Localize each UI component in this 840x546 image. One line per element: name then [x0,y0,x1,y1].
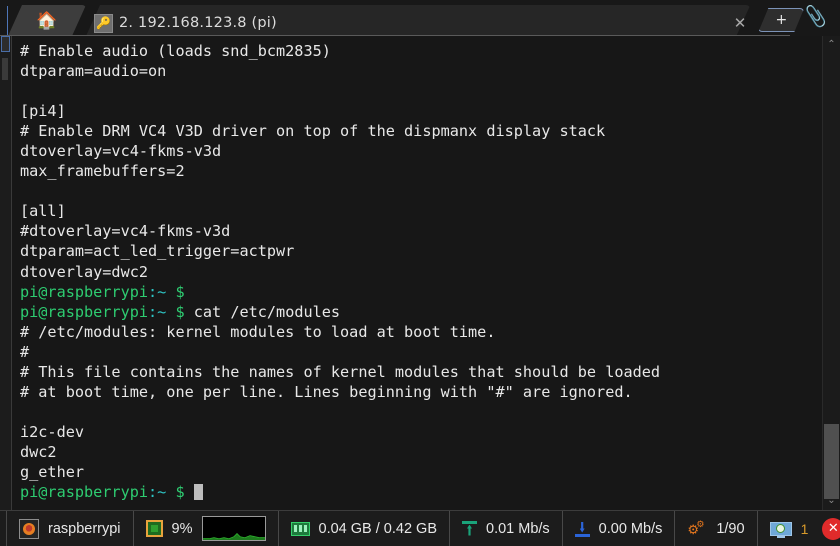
download-value: 0.00 Mb/s [598,520,663,537]
terminal-text: max_framebuffers=2 [20,162,185,181]
terminal-text: # This file contains the names of kernel… [20,362,661,381]
plus-icon: + [775,12,788,28]
processes-value: 1/90 [716,520,745,537]
terminal-line: i2c-dev [20,422,822,442]
scrollbar-track[interactable] [823,54,840,499]
terminal-line: # /etc/modules: kernel modules to load a… [20,322,822,342]
terminal-scrollbar[interactable]: ⌃ ⌄ [822,36,840,510]
prompt-user-host: pi@raspberrypi [20,282,149,301]
status-processes[interactable]: ⚙ ⚙ 1/90 [675,511,758,546]
scroll-up-icon[interactable]: ⌃ [823,36,840,54]
hostname-label: raspberrypi [48,520,121,537]
terminal-line: pi@raspberrypi:~ $ [20,282,822,302]
terminal-command: cat /etc/modules [184,302,341,321]
ram-icon [290,521,310,536]
home-icon: 🏠 [36,11,58,30]
scrollbar-thumb[interactable] [824,424,839,499]
terminal-output[interactable]: # Enable audio (loads snd_bcm2835)dtpara… [12,36,822,510]
prompt-symbol: $ [166,282,185,301]
prompt-path: :~ [148,483,167,502]
upload-arrow-icon [462,520,477,538]
download-arrow-icon [574,520,590,538]
cpu-graph [201,516,266,541]
tab-home[interactable]: 🏠 [8,5,86,36]
tabstrip-left-edge [0,6,8,36]
cpu-icon [145,520,163,537]
terminal-text: #dtoverlay=vc4-fkms-v3d [20,222,231,241]
upload-value: 0.01 Mb/s [486,520,550,537]
terminal-text: g_ether [20,462,85,481]
paperclip-icon[interactable]: 📎 [803,5,829,29]
new-tab-button[interactable]: + [758,8,804,32]
terminal-line: max_framebuffers=2 [20,161,822,181]
terminal-text: # at boot time, one per line. Lines begi… [20,382,633,401]
prompt-symbol: $ [166,483,185,502]
terminal-text: dtparam=audio=on [20,62,167,81]
terminal-left-rail [0,36,12,510]
close-icon[interactable]: ✕ [822,517,840,540]
prompt-path: :~ [148,282,167,301]
status-download[interactable]: 0.00 Mb/s [563,511,676,546]
terminal-area: # Enable audio (loads snd_bcm2835)dtpara… [0,36,840,510]
terminal-text: dwc2 [20,442,57,461]
prompt-user-host: pi@raspberrypi [20,302,149,321]
terminal-line: # [20,342,822,362]
terminal-text: # Enable DRM VC4 V3D driver on top of th… [20,122,606,141]
terminal-line: #dtoverlay=vc4-fkms-v3d [20,221,822,241]
status-cpu[interactable]: 9% [134,511,279,546]
cpu-sparkline [202,533,265,540]
status-close-cell: ✕ [814,511,840,546]
terminal-text: dtoverlay=dwc2 [20,262,149,281]
terminal-text: # Enable audio (loads snd_bcm2835) [20,42,331,60]
terminal-line: [pi4] [20,101,822,121]
status-memory[interactable]: 0.04 GB / 0.42 GB [279,511,450,546]
close-icon[interactable]: ✕ [708,15,751,31]
cpu-value: 9% [171,520,193,537]
terminal-line: g_ether [20,462,822,482]
titlebar: 🏠 🔑 2. 192.168.123.8 (pi) ✕ + 📎 [0,0,840,36]
terminal-command [185,483,194,501]
key-icon: 🔑 [94,13,113,33]
terminal-text: dtoverlay=vc4-fkms-v3d [20,142,222,161]
tab-strip: 🏠 🔑 2. 192.168.123.8 (pi) ✕ + [0,0,804,36]
tab-title: 2. 192.168.123.8 (pi) [119,14,277,31]
terminal-line: dtoverlay=dwc2 [20,262,822,282]
status-upload[interactable]: 0.01 Mb/s [450,511,563,546]
sessions-value: 1 [800,520,809,537]
prompt-symbol: $ [166,302,185,321]
terminal-line: # Enable audio (loads snd_bcm2835) [20,41,822,61]
terminal-line: dwc2 [20,442,822,462]
raspberry-icon [19,518,39,539]
terminal-app-window: 🏠 🔑 2. 192.168.123.8 (pi) ✕ + 📎 # Enable… [0,0,840,546]
monitor-icon [769,520,792,538]
terminal-text: [pi4] [20,102,66,121]
tab-ssh-session[interactable]: 🔑 2. 192.168.123.8 (pi) ✕ [86,5,750,36]
statusbar: raspberrypi 9% 0.04 GB / 0.42 GB 0.01 Mb… [0,510,840,546]
terminal-line: # This file contains the names of kernel… [20,362,822,382]
terminal-line: pi@raspberrypi:~ $ cat /etc/modules [20,302,822,322]
prompt-user-host: pi@raspberrypi [20,483,149,502]
terminal-line: [all] [20,201,822,221]
terminal-text: # [20,342,30,361]
titlebar-actions: 📎 [803,0,840,36]
terminal-text: i2c-dev [20,422,85,441]
terminal-line: pi@raspberrypi:~ $ [20,482,822,502]
terminal-text: # /etc/modules: kernel modules to load a… [20,322,496,341]
status-sessions[interactable]: 1 [758,511,815,546]
terminal-text: [all] [20,202,66,221]
terminal-line: dtparam=act_led_trigger=actpwr [20,241,822,261]
terminal-line: # Enable DRM VC4 V3D driver on top of th… [20,121,822,141]
terminal-line: dtparam=audio=on [20,61,822,81]
terminal-text: dtparam=act_led_trigger=actpwr [20,242,295,261]
memory-value: 0.04 GB / 0.42 GB [318,520,438,537]
gears-icon: ⚙ ⚙ [687,518,705,537]
terminal-line: dtoverlay=vc4-fkms-v3d [20,141,822,161]
terminal-line: # at boot time, one per line. Lines begi… [20,382,822,402]
terminal-cursor [193,484,203,501]
prompt-path: :~ [148,302,167,321]
status-hostname[interactable]: raspberrypi [6,511,134,546]
